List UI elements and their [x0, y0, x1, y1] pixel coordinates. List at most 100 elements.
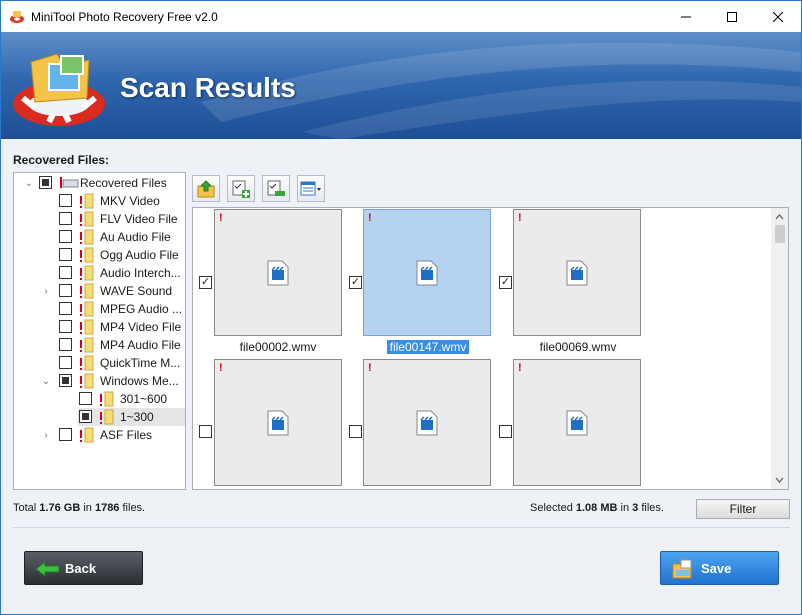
close-button[interactable] — [755, 1, 801, 32]
thumbnail[interactable]: ! — [363, 359, 491, 486]
tree-item[interactable]: 301~600 — [14, 390, 185, 408]
back-arrow-icon — [35, 560, 60, 578]
total-size: 1.76 GB — [39, 502, 81, 514]
maximize-icon — [727, 11, 737, 22]
thumbnail[interactable]: ! — [214, 209, 342, 336]
tree-item[interactable]: MKV Video — [14, 192, 185, 210]
folder-warning-icon — [80, 355, 94, 371]
video-file-icon — [416, 410, 438, 436]
tree-item-checkbox[interactable] — [59, 212, 72, 225]
tree-item-checkbox[interactable] — [59, 266, 72, 279]
tree-item-label: QuickTime M... — [100, 356, 181, 370]
tree-item-checkbox[interactable] — [59, 284, 72, 297]
app-logo-icon — [10, 10, 24, 23]
tree-item[interactable]: FLV Video File — [14, 210, 185, 228]
tree-item[interactable]: Audio Interch... — [14, 264, 185, 282]
tree-item-label: Audio Interch... — [100, 266, 181, 280]
save-button-label: Save — [701, 561, 732, 576]
total-count: 1786 — [94, 502, 120, 514]
tree-item-checkbox[interactable] — [59, 230, 72, 243]
tree-item-label: ASF Files — [100, 428, 153, 442]
video-file-icon — [566, 260, 588, 286]
thumbnail[interactable]: ! — [513, 209, 641, 336]
folder-warning-icon — [80, 337, 94, 353]
save-button[interactable]: Save — [660, 551, 779, 585]
thumbnail[interactable]: ! — [513, 359, 641, 486]
collapse-arrow-icon[interactable]: ⌄ — [24, 178, 34, 189]
tree-item-checkbox[interactable] — [79, 392, 92, 405]
expand-arrow-icon[interactable]: › — [41, 286, 51, 297]
thumbnail-checkbox[interactable]: ✓ — [349, 276, 362, 289]
tree-item-checkbox[interactable] — [59, 356, 72, 369]
thumbnail-filename: file00069.wmv — [539, 340, 617, 354]
drive-icon — [60, 177, 79, 188]
thumbnail-checkbox[interactable] — [199, 425, 212, 438]
back-button[interactable]: Back — [24, 551, 143, 585]
tree-item-label: Au Audio File — [100, 230, 171, 244]
tree-item[interactable]: › ASF Files — [14, 426, 185, 444]
vertical-scrollbar[interactable] — [771, 208, 788, 489]
video-file-icon — [267, 410, 289, 436]
view-mode-button[interactable] — [297, 175, 325, 202]
recovered-files-label: Recovered Files: — [13, 153, 110, 167]
close-icon — [773, 11, 783, 22]
tree-item[interactable]: MP4 Audio File — [14, 336, 185, 354]
tree-item-checkbox[interactable] — [79, 410, 92, 423]
tree-item[interactable]: Ogg Audio File — [14, 246, 185, 264]
go-up-folder-button[interactable] — [192, 175, 220, 202]
tree-item-checkbox[interactable] — [59, 320, 72, 333]
total-status: Total 1.76 GB in 1786 files. — [13, 502, 145, 514]
tree-item-selected[interactable]: 1~300 — [78, 408, 185, 426]
tree-item[interactable]: ⌄ Windows Me... — [14, 372, 185, 390]
deselect-all-button[interactable] — [262, 175, 290, 202]
thumbnail-checkbox[interactable]: ✓ — [499, 276, 512, 289]
window-title: MiniTool Photo Recovery Free v2.0 — [31, 9, 218, 24]
selected-suffix: files. — [638, 502, 664, 514]
tree-item-checkbox[interactable] — [59, 194, 72, 207]
tree-item-checkbox[interactable] — [59, 428, 72, 441]
scroll-down-arrow-icon[interactable] — [771, 473, 788, 487]
thumbnail-grid[interactable]: ✓ ! file00002.wmv ✓ ! file00147.wmv ✓ ! — [192, 207, 789, 490]
minimize-button[interactable] — [663, 1, 709, 32]
tree-item-checkbox[interactable] — [59, 248, 72, 261]
tree-root-checkbox[interactable] — [39, 176, 52, 189]
thumbnail-checkbox[interactable] — [349, 425, 362, 438]
folder-warning-icon — [100, 391, 114, 407]
tree-item-label: MPEG Audio ... — [100, 302, 182, 316]
thumbnail-selected[interactable]: ! — [363, 209, 491, 336]
expand-arrow-icon[interactable]: › — [41, 430, 51, 441]
folder-warning-icon — [80, 247, 94, 263]
tree-item-label: WAVE Sound — [100, 284, 173, 298]
tree-item[interactable]: › WAVE Sound — [14, 282, 185, 300]
folder-warning-icon — [80, 211, 94, 227]
warning-icon: ! — [518, 212, 522, 224]
tree-item[interactable]: Au Audio File — [14, 228, 185, 246]
total-suffix: files. — [119, 502, 146, 514]
thumbnail[interactable]: ! — [214, 359, 342, 486]
maximize-button[interactable] — [709, 1, 755, 32]
scroll-up-arrow-icon[interactable] — [771, 210, 788, 224]
tree-item-checkbox[interactable] — [59, 338, 72, 351]
thumbnail-checkbox[interactable]: ✓ — [199, 276, 212, 289]
tree-item[interactable]: QuickTime M... — [14, 354, 185, 372]
tree-item-label: MKV Video — [100, 194, 160, 208]
warning-icon: ! — [219, 212, 223, 224]
collapse-arrow-icon[interactable]: ⌄ — [41, 376, 51, 387]
view-options-icon — [300, 181, 321, 195]
tree-item-checkbox[interactable] — [59, 302, 72, 315]
folder-warning-icon — [80, 265, 94, 281]
check-all-icon — [232, 180, 250, 198]
tree-item-label: Windows Me... — [100, 374, 179, 388]
tree-item[interactable]: MPEG Audio ... — [14, 300, 185, 318]
tree-item-checkbox[interactable] — [59, 374, 72, 387]
folder-up-icon — [197, 179, 215, 197]
selected-status: Selected 1.08 MB in 3 files. — [530, 502, 664, 514]
tree-root-row[interactable]: ⌄ Recovered Files — [14, 174, 185, 192]
warning-icon: ! — [518, 362, 522, 374]
tree-item[interactable]: MP4 Video File — [14, 318, 185, 336]
select-all-button[interactable] — [227, 175, 255, 202]
filter-button[interactable]: Filter — [696, 499, 790, 519]
file-type-tree[interactable]: ⌄ Recovered Files MKV Video FLV Video Fi… — [13, 172, 186, 490]
thumbnail-checkbox[interactable] — [499, 425, 512, 438]
scroll-thumb[interactable] — [775, 225, 785, 243]
